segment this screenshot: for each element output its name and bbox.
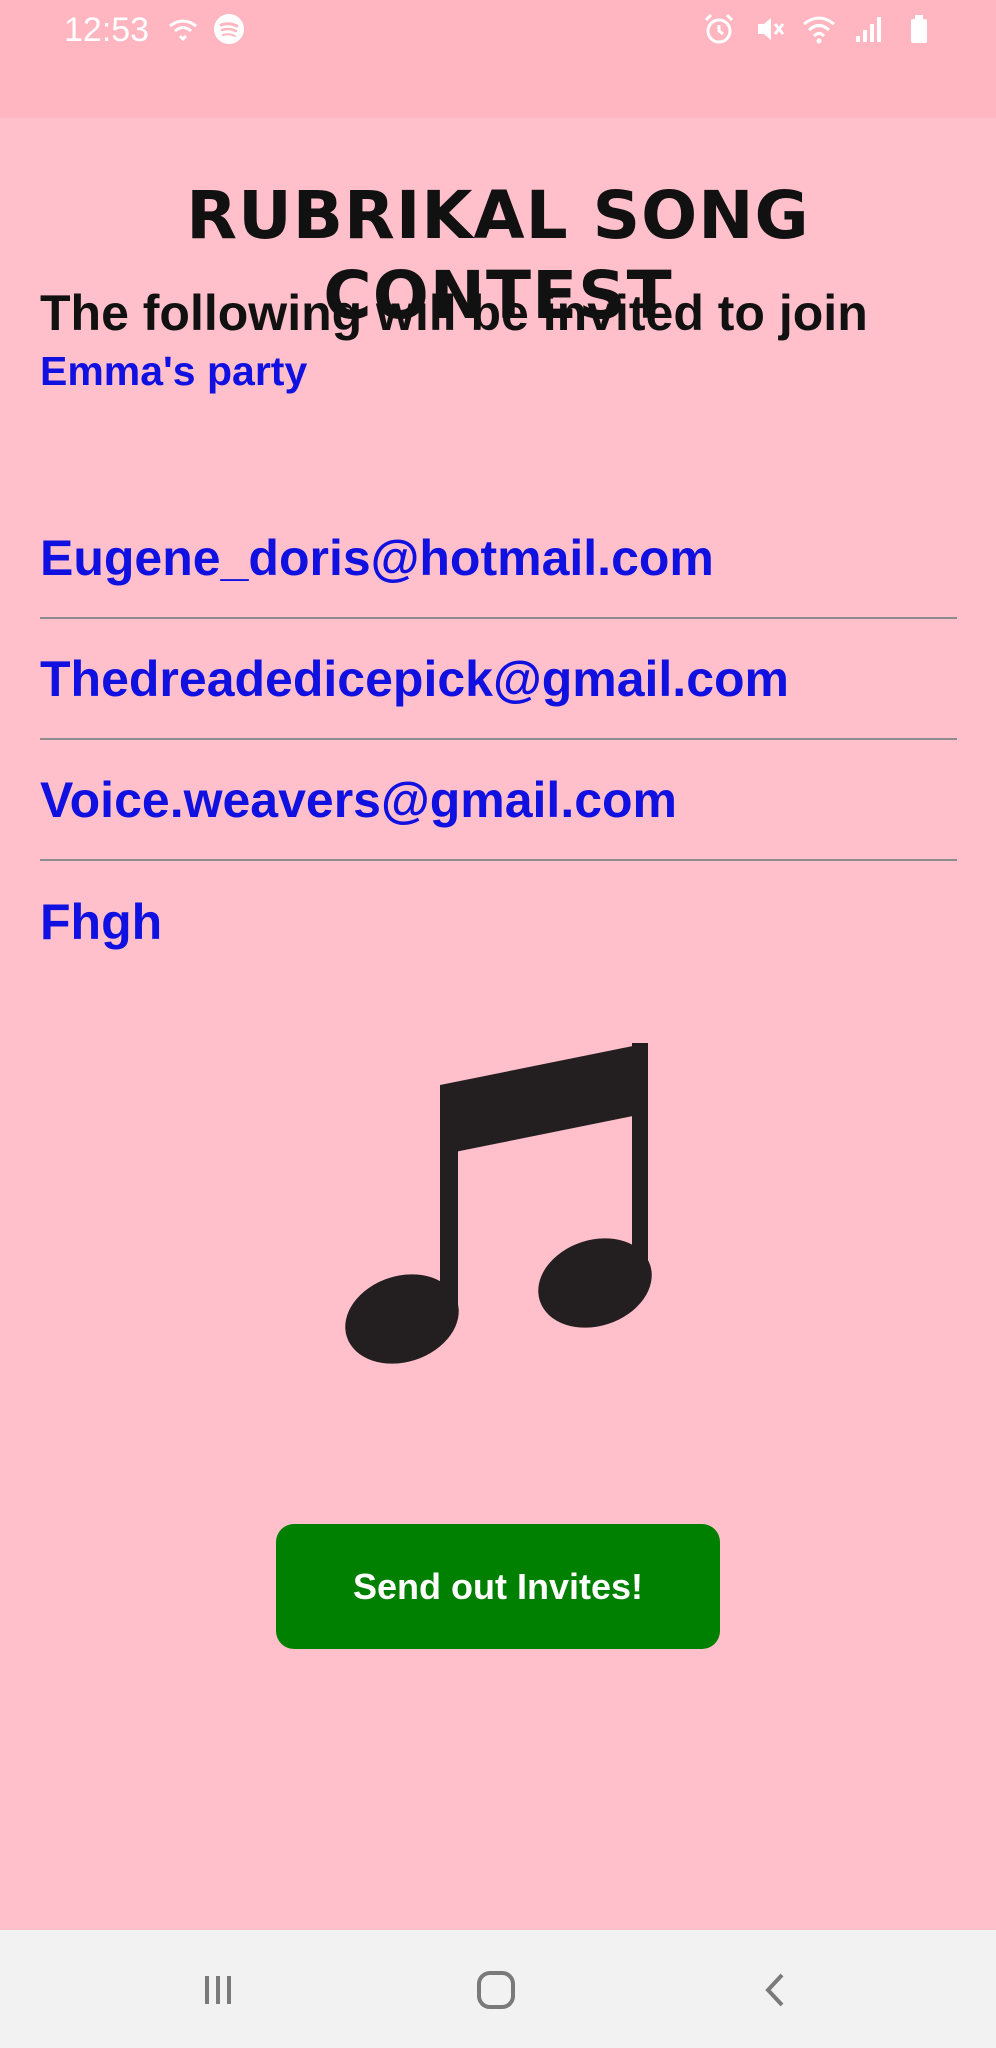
send-invites-button[interactable]: Send out Invites! <box>276 1524 720 1649</box>
invite-email-item[interactable]: Fhgh <box>40 861 957 982</box>
back-icon[interactable] <box>746 1960 806 2020</box>
status-time: 12:53 <box>64 11 150 49</box>
navigation-bar <box>0 1930 996 2048</box>
home-icon[interactable] <box>466 1960 526 2020</box>
invite-list: Eugene_doris@hotmail.com Thedreadedicepi… <box>40 498 957 982</box>
signal-icon <box>856 17 881 42</box>
status-left-icons <box>166 12 246 46</box>
party-name: Emma's party <box>40 348 308 394</box>
music-note-icon <box>345 1043 652 1364</box>
invite-email-item[interactable]: Eugene_doris@hotmail.com <box>40 498 957 619</box>
invite-email-item[interactable]: Thedreadedicepick@gmail.com <box>40 619 957 740</box>
status-right-icons <box>702 12 936 46</box>
vibrate-mute-icon <box>758 18 785 40</box>
invite-email-item[interactable]: Voice.weavers@gmail.com <box>40 740 957 861</box>
spotify-icon <box>214 14 244 44</box>
status-bar: 12:53 <box>0 0 996 118</box>
recent-apps-icon[interactable] <box>188 1960 248 2020</box>
wifi-icon <box>803 16 835 44</box>
alarm-icon <box>704 13 734 44</box>
battery-icon <box>911 15 927 43</box>
main-content: RUBRIKAL SONG CONTEST The following will… <box>0 118 996 1930</box>
invite-heading: The following will be invited to join <box>40 285 868 341</box>
wifi-calling-icon <box>169 19 197 42</box>
